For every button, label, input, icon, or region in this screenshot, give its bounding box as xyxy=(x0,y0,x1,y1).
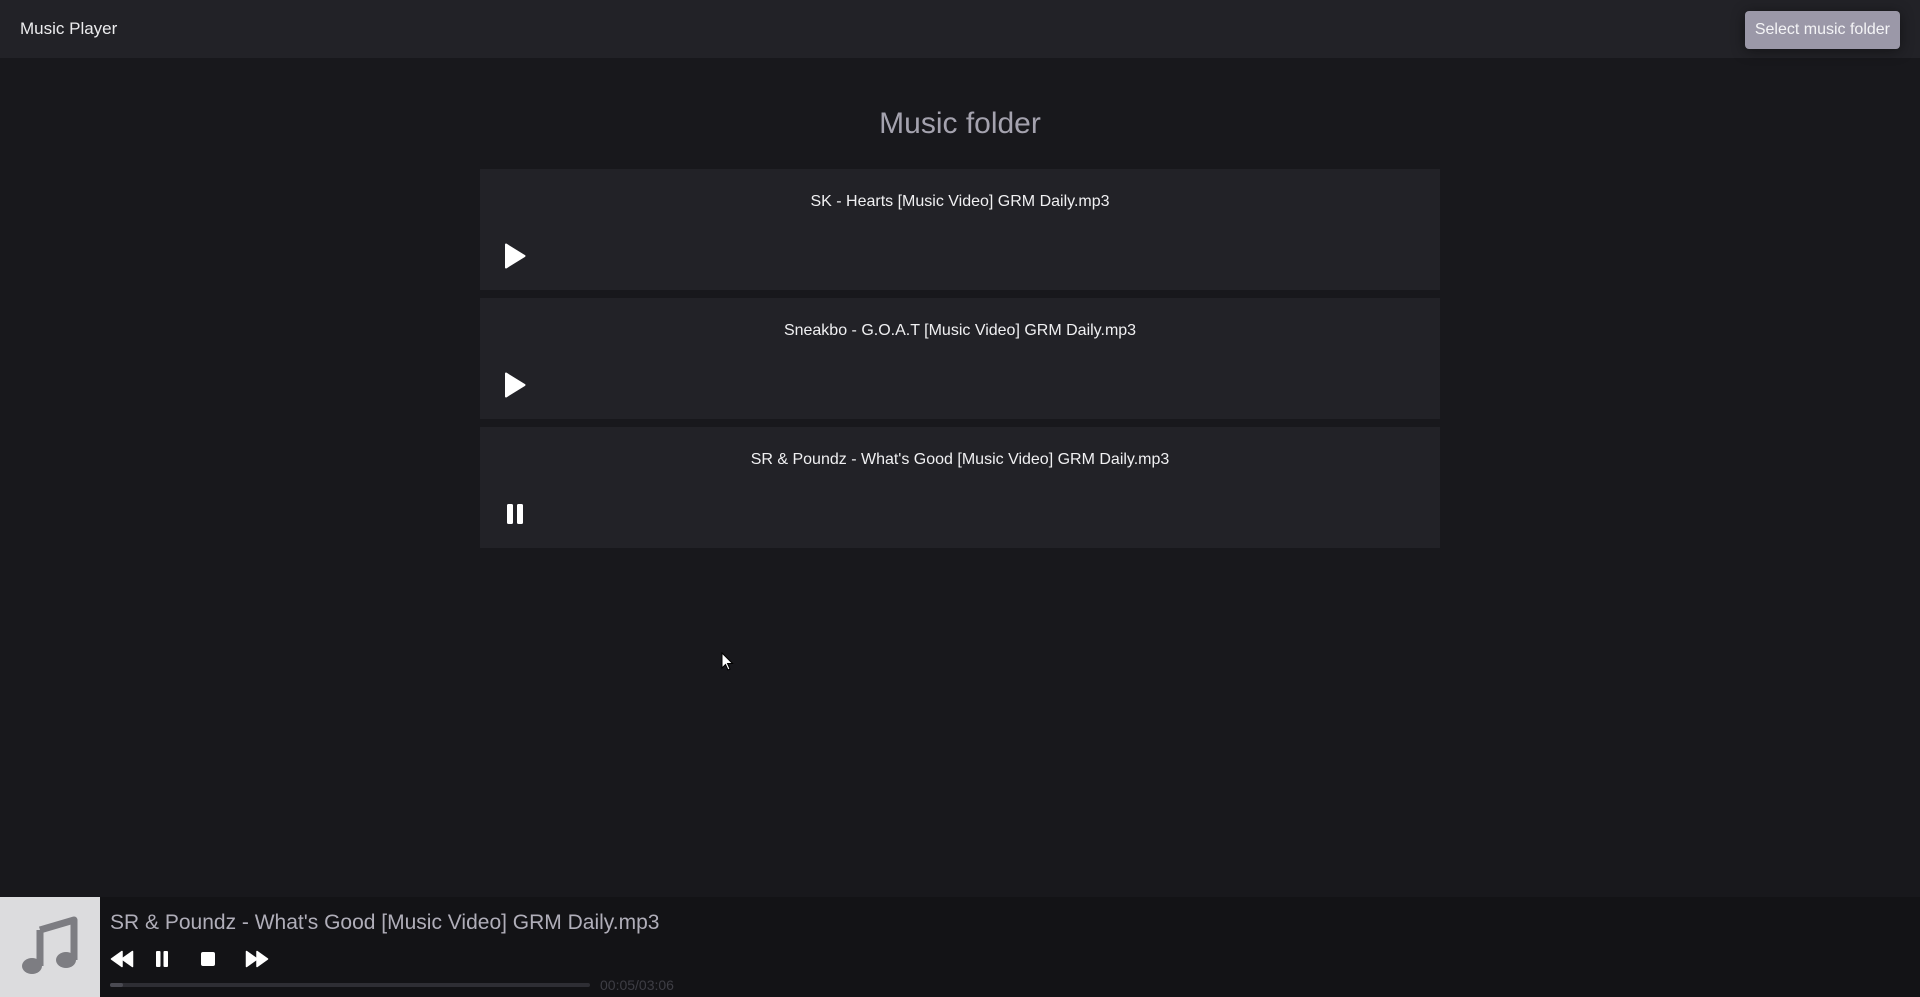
track-item: SR & Poundz - What's Good [Music Video] … xyxy=(480,427,1440,548)
pause-button[interactable] xyxy=(155,947,200,971)
progress-fill xyxy=(110,983,123,987)
player-bar: SR & Poundz - What's Good [Music Video] … xyxy=(0,897,1920,997)
track-title: SR & Poundz - What's Good [Music Video] … xyxy=(750,451,1170,468)
pause-icon xyxy=(156,951,168,967)
page-title: Music folder xyxy=(879,107,1041,140)
play-icon xyxy=(505,372,526,398)
fast-forward-button[interactable] xyxy=(245,947,290,971)
time-display: 00:05/03:06 xyxy=(600,977,674,993)
mouse-cursor-icon xyxy=(721,652,734,671)
pause-button[interactable] xyxy=(502,499,528,529)
stop-icon xyxy=(201,952,215,966)
playback-controls xyxy=(110,947,290,971)
track-item: Sneakbo - G.O.A.T [Music Video] GRM Dail… xyxy=(480,298,1440,419)
rewind-icon xyxy=(110,950,134,968)
album-art xyxy=(0,897,100,997)
play-button[interactable] xyxy=(502,241,528,271)
pause-icon xyxy=(507,504,523,524)
rewind-button[interactable] xyxy=(110,947,155,971)
select-music-folder-button[interactable]: Select music folder xyxy=(1744,11,1900,49)
app-title: Music Player xyxy=(20,19,118,38)
music-note-icon xyxy=(22,916,78,974)
progress-bar[interactable] xyxy=(110,983,590,987)
now-playing-title: SR & Poundz - What's Good [Music Video] … xyxy=(110,911,660,934)
play-button[interactable] xyxy=(502,370,528,400)
track-title: Sneakbo - G.O.A.T [Music Video] GRM Dail… xyxy=(783,322,1137,339)
top-bar: Music Player Select music folder xyxy=(0,0,1920,58)
play-icon xyxy=(505,243,526,269)
stop-button[interactable] xyxy=(200,947,245,971)
main-content: Music folder SK - Hearts [Music Video] G… xyxy=(0,58,1920,897)
track-list: SK - Hearts [Music Video] GRM Daily.mp3 … xyxy=(480,169,1440,556)
track-title: SK - Hearts [Music Video] GRM Daily.mp3 xyxy=(810,193,1110,210)
track-item: SK - Hearts [Music Video] GRM Daily.mp3 xyxy=(480,169,1440,290)
fast-forward-icon xyxy=(245,950,269,968)
